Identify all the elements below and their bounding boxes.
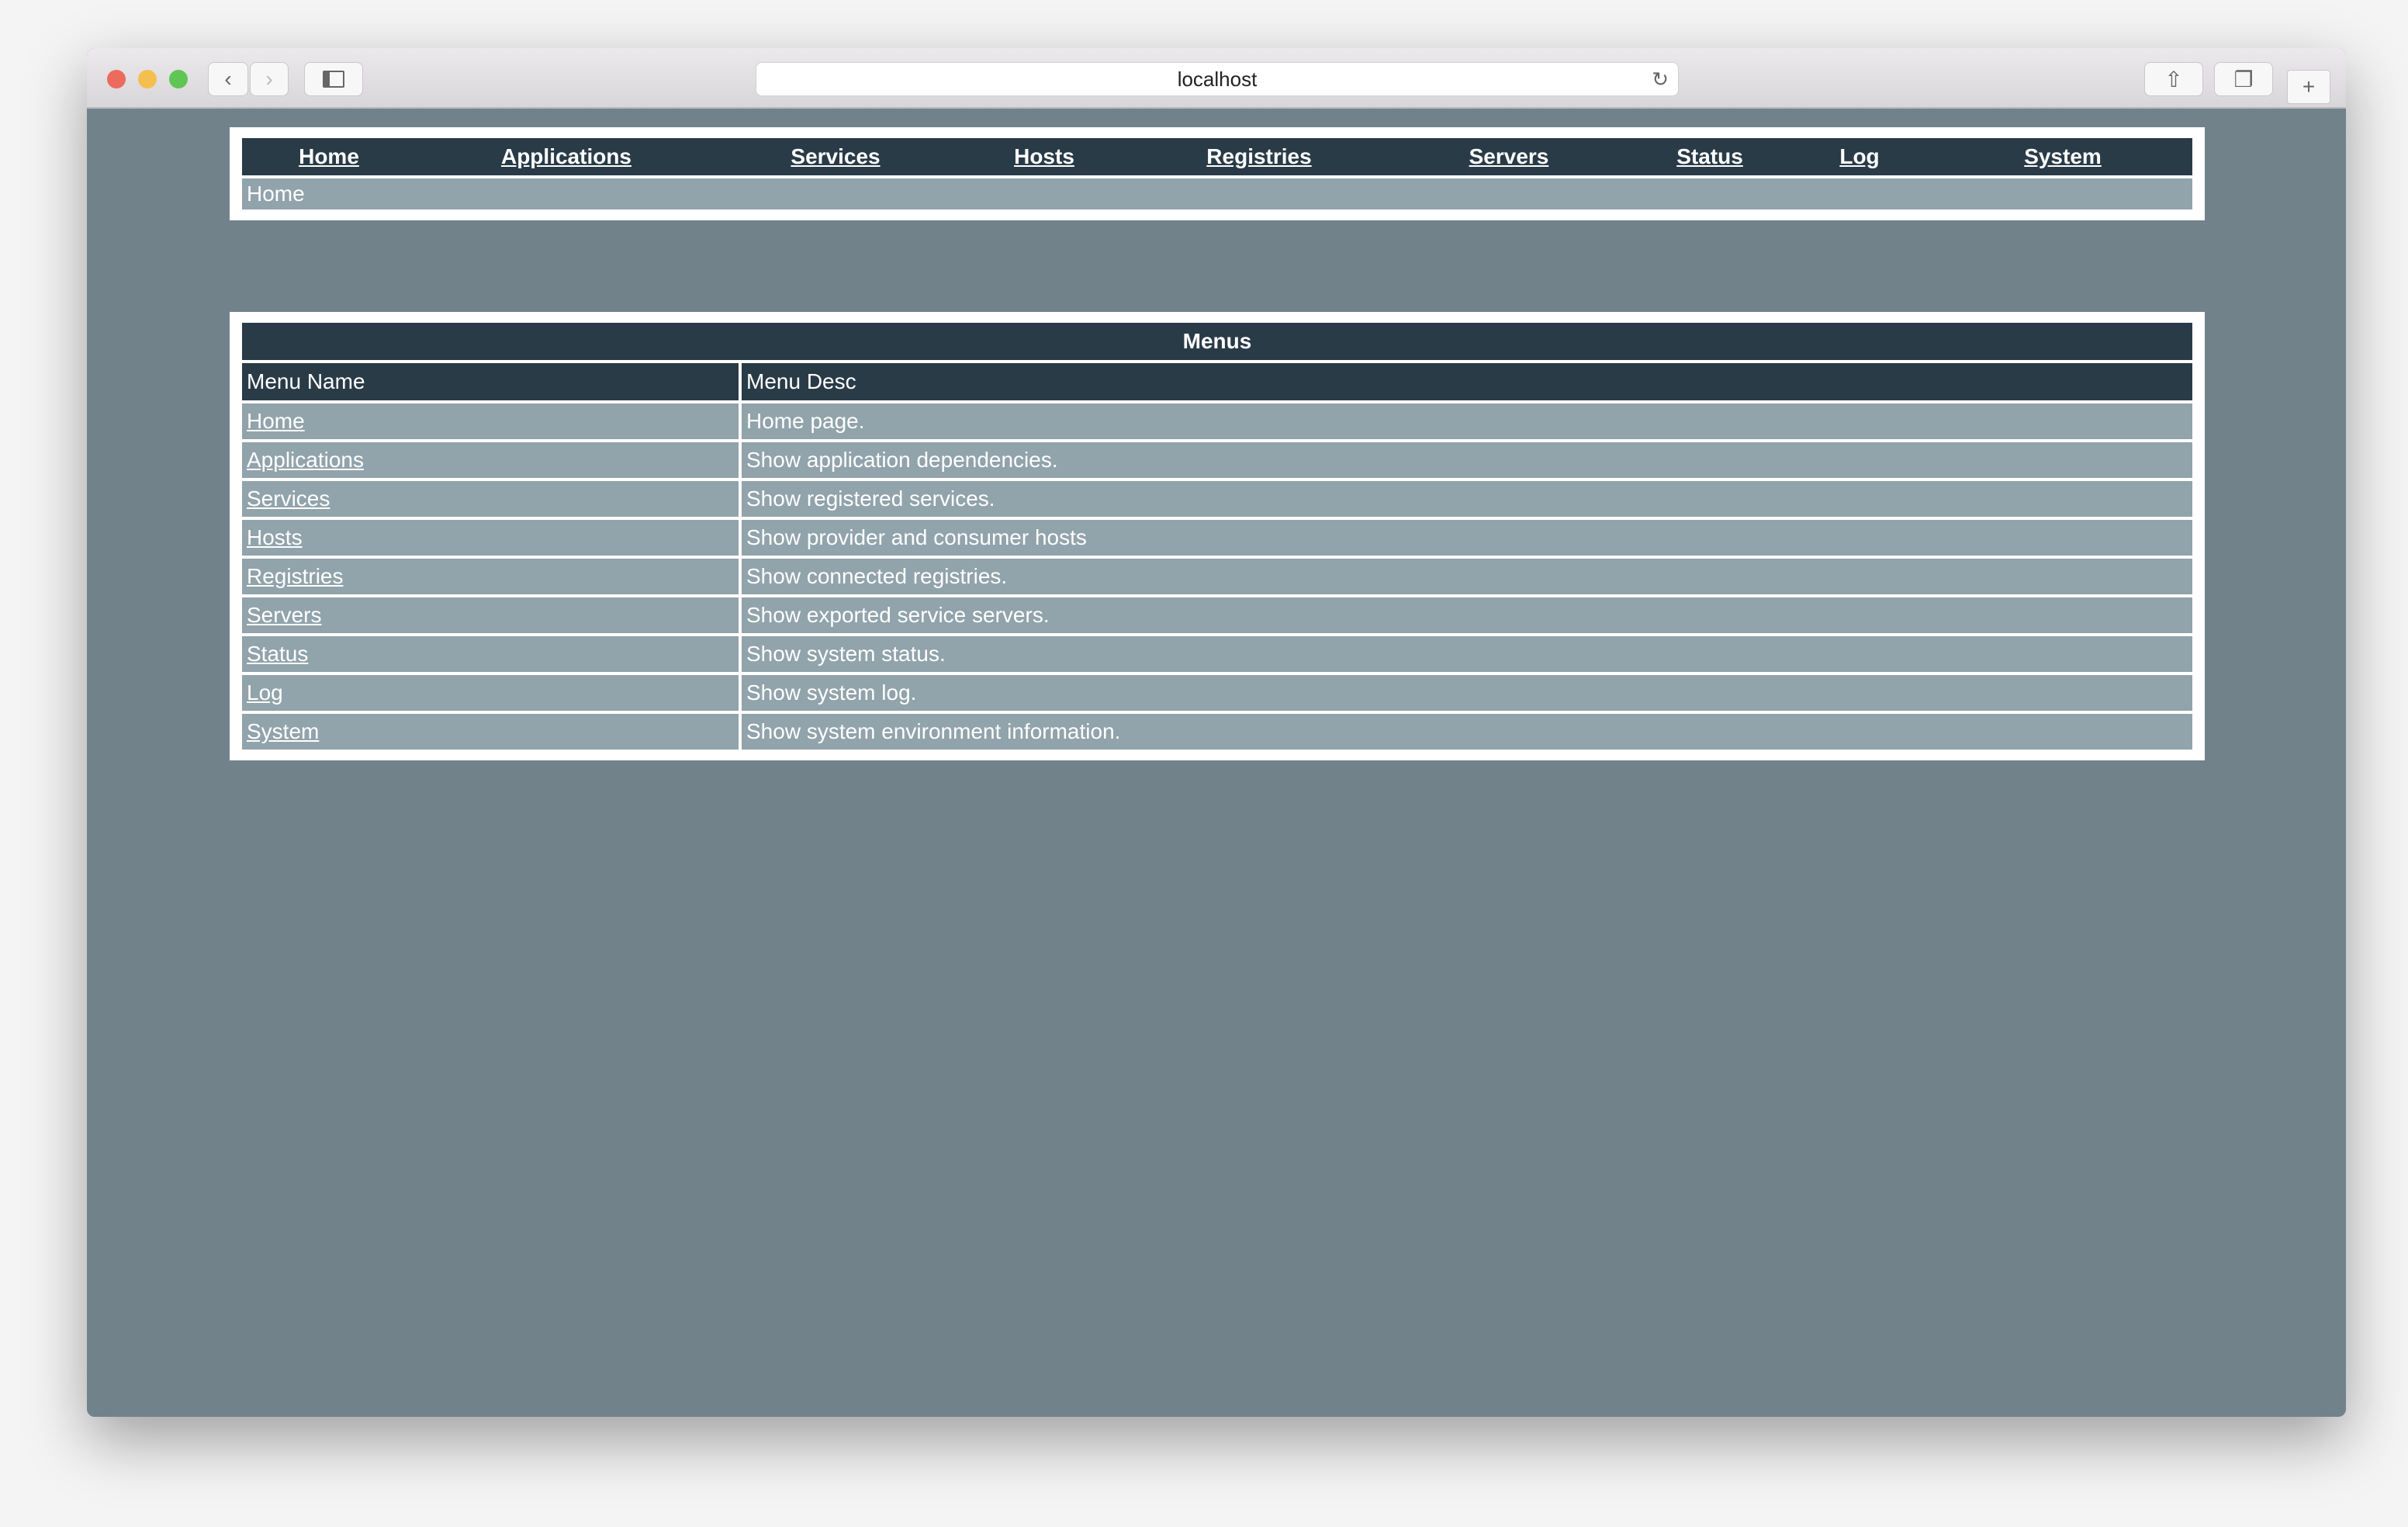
menu-desc-cell: Show system log.: [742, 675, 2192, 711]
nav-link-log[interactable]: Log: [1839, 144, 1879, 168]
menu-desc-cell: Show connected registries.: [742, 559, 2192, 594]
nav-panel: Home Applications Services Hosts Registr…: [230, 127, 2205, 220]
nav-system[interactable]: System: [1933, 138, 2192, 175]
sidebar-button[interactable]: [304, 62, 363, 96]
nav-log[interactable]: Log: [1786, 138, 1933, 175]
table-row: Servers Show exported service servers.: [242, 597, 2192, 633]
menus-panel: Menus Menu Name Menu Desc Home Home page.…: [230, 312, 2205, 760]
nav-link-services[interactable]: Services: [791, 144, 880, 168]
nav-registries[interactable]: Registries: [1134, 138, 1384, 175]
nav-link-registries[interactable]: Registries: [1206, 144, 1311, 168]
menu-link[interactable]: Status: [247, 642, 308, 666]
address-bar[interactable]: localhost ↻: [756, 62, 1679, 96]
tabs-icon: ❐: [2233, 67, 2254, 92]
forward-button[interactable]: ›: [250, 62, 289, 96]
nav-home[interactable]: Home: [242, 138, 416, 175]
table-row: Log Show system log.: [242, 675, 2192, 711]
menu-name-cell: Registries: [242, 559, 739, 594]
browser-window: ‹ › localhost ↻ ⇧ ❐ + Home Applications …: [87, 48, 2346, 1417]
menu-name-cell: Servers: [242, 597, 739, 633]
back-button[interactable]: ‹: [208, 62, 248, 96]
menu-link[interactable]: Applications: [247, 448, 364, 472]
new-tab-button[interactable]: +: [2287, 70, 2330, 104]
table-row: Status Show system status.: [242, 636, 2192, 672]
sidebar-icon: [323, 71, 344, 88]
nav-applications[interactable]: Applications: [416, 138, 717, 175]
share-icon: ⇧: [2164, 67, 2183, 92]
menu-link[interactable]: Servers: [247, 603, 321, 627]
table-row: Hosts Show provider and consumer hosts: [242, 520, 2192, 556]
zoom-window-button[interactable]: [169, 70, 188, 88]
plus-icon: +: [2302, 74, 2316, 99]
menu-link[interactable]: Hosts: [247, 525, 303, 549]
menu-name-cell: Home: [242, 403, 739, 439]
browser-toolbar: ‹ › localhost ↻ ⇧ ❐ +: [87, 48, 2346, 109]
menu-desc-cell: Show system environment information.: [742, 714, 2192, 750]
table-row: System Show system environment informatio…: [242, 714, 2192, 750]
nav-link-hosts[interactable]: Hosts: [1014, 144, 1074, 168]
chevron-left-icon: ‹: [224, 67, 232, 91]
menu-name-cell: System: [242, 714, 739, 750]
menu-desc-cell: Show system status.: [742, 636, 2192, 672]
menu-name-cell: Hosts: [242, 520, 739, 556]
menus-table: Menus Menu Name Menu Desc Home Home page.…: [239, 320, 2195, 753]
nav-servers[interactable]: Servers: [1384, 138, 1634, 175]
menu-name-cell: Log: [242, 675, 739, 711]
table-row: Registries Show connected registries.: [242, 559, 2192, 594]
nav-link-status[interactable]: Status: [1676, 144, 1743, 168]
share-button[interactable]: ⇧: [2144, 62, 2203, 96]
column-header-desc: Menu Desc: [742, 363, 2192, 400]
table-title: Menus: [242, 323, 2192, 360]
menu-desc-cell: Show registered services.: [742, 481, 2192, 517]
menu-name-cell: Status: [242, 636, 739, 672]
menu-link[interactable]: Services: [247, 486, 330, 511]
table-row: Services Show registered services.: [242, 481, 2192, 517]
menu-name-cell: Applications: [242, 442, 739, 478]
table-row: Home Home page.: [242, 403, 2192, 439]
nav-services[interactable]: Services: [717, 138, 954, 175]
main-nav: Home Applications Services Hosts Registr…: [242, 138, 2192, 175]
nav-hosts[interactable]: Hosts: [954, 138, 1134, 175]
close-window-button[interactable]: [107, 70, 126, 88]
menu-link[interactable]: Log: [247, 680, 283, 705]
menu-link[interactable]: Home: [247, 409, 305, 433]
menu-desc-cell: Show exported service servers.: [742, 597, 2192, 633]
nav-link-applications[interactable]: Applications: [501, 144, 631, 168]
url-text: localhost: [1177, 67, 1258, 91]
nav-link-servers[interactable]: Servers: [1469, 144, 1549, 168]
menu-desc-cell: Home page.: [742, 403, 2192, 439]
minimize-window-button[interactable]: [138, 70, 157, 88]
page-content: Home Applications Services Hosts Registr…: [87, 110, 2346, 1417]
chevron-right-icon: ›: [265, 67, 273, 91]
column-header-name: Menu Name: [242, 363, 739, 400]
breadcrumb: Home: [242, 178, 2192, 209]
menu-name-cell: Services: [242, 481, 739, 517]
menu-link[interactable]: System: [247, 719, 319, 743]
reload-icon[interactable]: ↻: [1652, 68, 1669, 92]
menu-link[interactable]: Registries: [247, 564, 343, 588]
tabs-button[interactable]: ❐: [2214, 62, 2273, 96]
menu-desc-cell: Show provider and consumer hosts: [742, 520, 2192, 556]
table-row: Applications Show application dependencie…: [242, 442, 2192, 478]
nav-status[interactable]: Status: [1634, 138, 1786, 175]
nav-link-home[interactable]: Home: [299, 144, 359, 168]
nav-link-system[interactable]: System: [2024, 144, 2102, 168]
menu-desc-cell: Show application dependencies.: [742, 442, 2192, 478]
